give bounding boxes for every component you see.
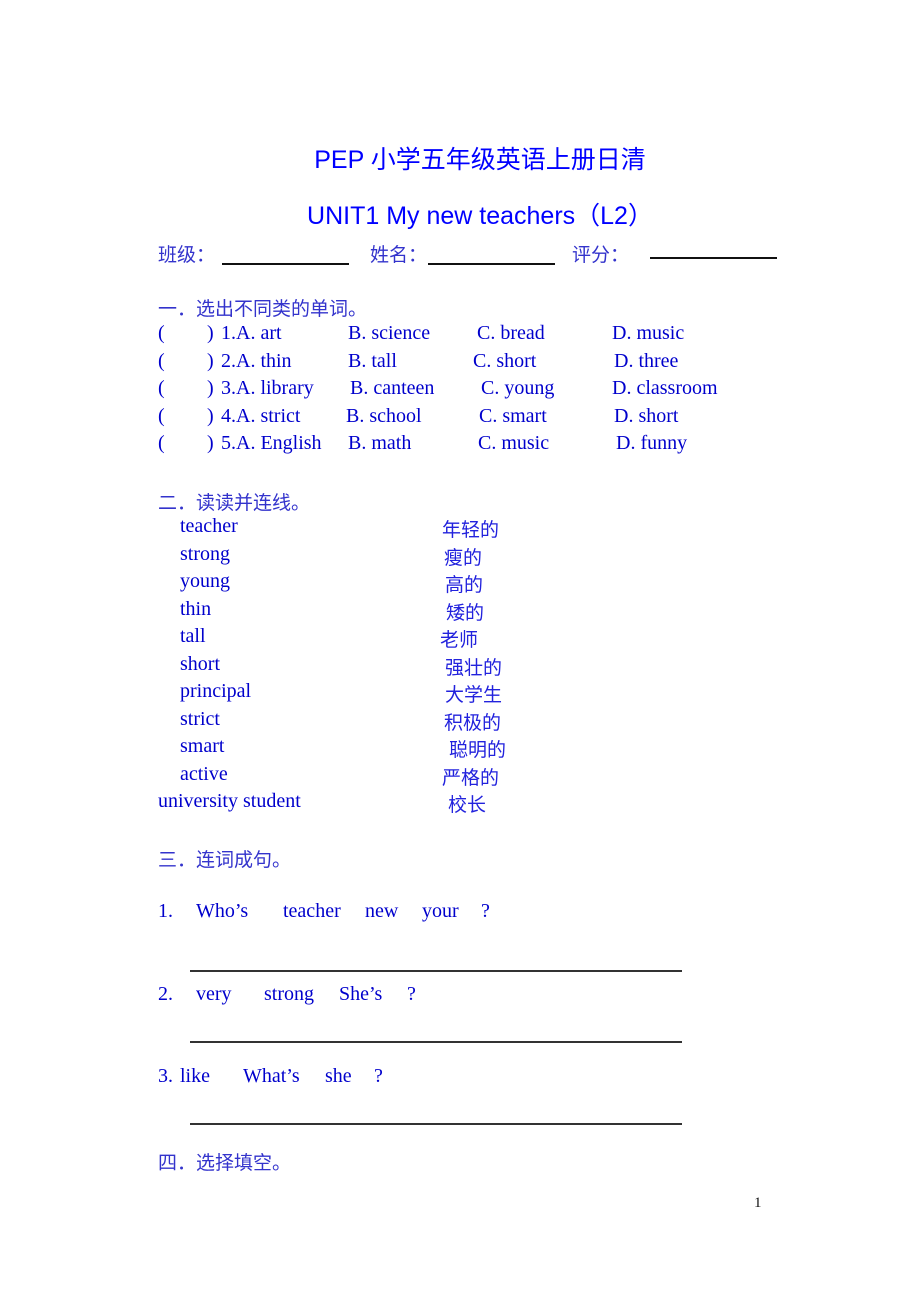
option-d: D. funny [616,432,688,454]
match-chinese-word[interactable]: 瘦的 [444,543,482,570]
match-chinese-word[interactable]: 聪明的 [449,735,506,762]
option-b: B. tall [348,350,397,372]
option-c: C. bread [477,322,545,344]
question-number: 2. [221,350,236,372]
answer-paren-open[interactable]: ( [158,432,165,455]
answer-line[interactable] [190,1123,682,1125]
match-chinese-word[interactable]: 年轻的 [442,515,499,542]
match-english-word[interactable]: smart [180,735,224,758]
match-english-word[interactable]: strict [180,708,220,731]
scrambled-word: teacher [283,900,341,922]
worksheet-page: PEP 小学五年级英语上册日清 UNIT1 My new teachers（L2… [0,0,920,1300]
option-b: B. school [346,405,422,427]
option-c: C. young [481,377,555,399]
name-label: 姓名： [370,244,428,266]
option-a: A. English [236,432,322,454]
scrambled-word: very [196,983,232,1005]
option-a: A. library [236,377,314,399]
option-c: C. short [473,350,537,372]
match-chinese-word[interactable]: 老师 [440,625,478,652]
answer-paren-open[interactable]: ( [158,377,165,400]
match-english-word[interactable]: short [180,653,220,676]
match-chinese-word[interactable]: 矮的 [446,598,484,625]
scrambled-word: your [422,900,459,922]
match-english-word[interactable]: young [180,570,230,593]
option-c: C. smart [479,405,547,427]
option-d: D. classroom [612,377,718,399]
match-english-word[interactable]: tall [180,625,206,648]
scrambled-word: What’s [243,1065,300,1087]
class-label: 班级： [158,244,216,266]
scrambled-word: she [325,1065,352,1087]
section-heading: 二．读读并连线。 [158,492,311,514]
option-a: A. strict [236,405,301,427]
match-chinese-word[interactable]: 校长 [448,790,486,817]
option-d: D. music [612,322,685,344]
match-english-word[interactable]: active [180,763,228,786]
answer-paren-open[interactable]: ( [158,405,165,428]
answer-paren-close: ) [207,377,214,399]
answer-paren-close: ) [207,350,214,372]
match-chinese-word[interactable]: 强壮的 [445,653,502,680]
scrambled-word: ? [374,1065,383,1087]
answer-line[interactable] [190,1041,682,1043]
question-number: 1. [221,322,236,344]
worksheet-subtitle: UNIT1 My new teachers（L2） [307,202,653,230]
option-a: A. art [236,322,282,344]
section-heading: 三．连词成句。 [158,849,292,871]
option-d: D. three [614,350,679,372]
scrambled-word: ? [407,983,416,1005]
question-number: 4. [221,405,236,427]
score-blank[interactable] [650,257,777,259]
match-english-word[interactable]: thin [180,598,211,621]
option-c: C. music [478,432,550,454]
option-b: B. science [348,322,431,344]
option-d: D. short [614,405,679,427]
score-label: 评分： [572,244,630,266]
answer-line[interactable] [190,970,682,972]
scrambled-word: like [180,1065,210,1087]
option-a: A. thin [236,350,292,372]
question-number: 3. [221,377,236,399]
match-english-word[interactable]: principal [180,680,251,703]
match-english-word[interactable]: university student [158,790,301,813]
answer-paren-open[interactable]: ( [158,322,165,345]
match-english-word[interactable]: teacher [180,515,238,538]
match-chinese-word[interactable]: 积极的 [444,708,501,735]
scrambled-word: new [365,900,399,922]
match-english-word[interactable]: strong [180,543,230,566]
section-heading: 四．选择填空。 [158,1152,292,1174]
scrambled-word: ? [481,900,490,922]
answer-paren-close: ) [207,405,214,427]
class-blank[interactable] [222,263,349,265]
sentence-number: 1. [158,900,173,922]
answer-paren-close: ) [207,432,214,454]
sentence-number: 3. [158,1065,173,1087]
option-b: B. math [348,432,412,454]
match-chinese-word[interactable]: 高的 [445,570,483,597]
page-number: 1 [754,1195,762,1211]
match-chinese-word[interactable]: 大学生 [445,680,502,707]
scrambled-word: strong [264,983,314,1005]
scrambled-word: Who’s [196,900,249,922]
match-chinese-word[interactable]: 严格的 [442,763,499,790]
answer-paren-open[interactable]: ( [158,350,165,373]
scrambled-word: She’s [339,983,383,1005]
option-b: B. canteen [350,377,435,399]
question-number: 5. [221,432,236,454]
sentence-number: 2. [158,983,173,1005]
worksheet-title: PEP 小学五年级英语上册日清 [314,146,646,174]
section-heading: 一．选出不同类的单词。 [158,298,368,320]
name-blank[interactable] [428,263,555,265]
answer-paren-close: ) [207,322,214,344]
